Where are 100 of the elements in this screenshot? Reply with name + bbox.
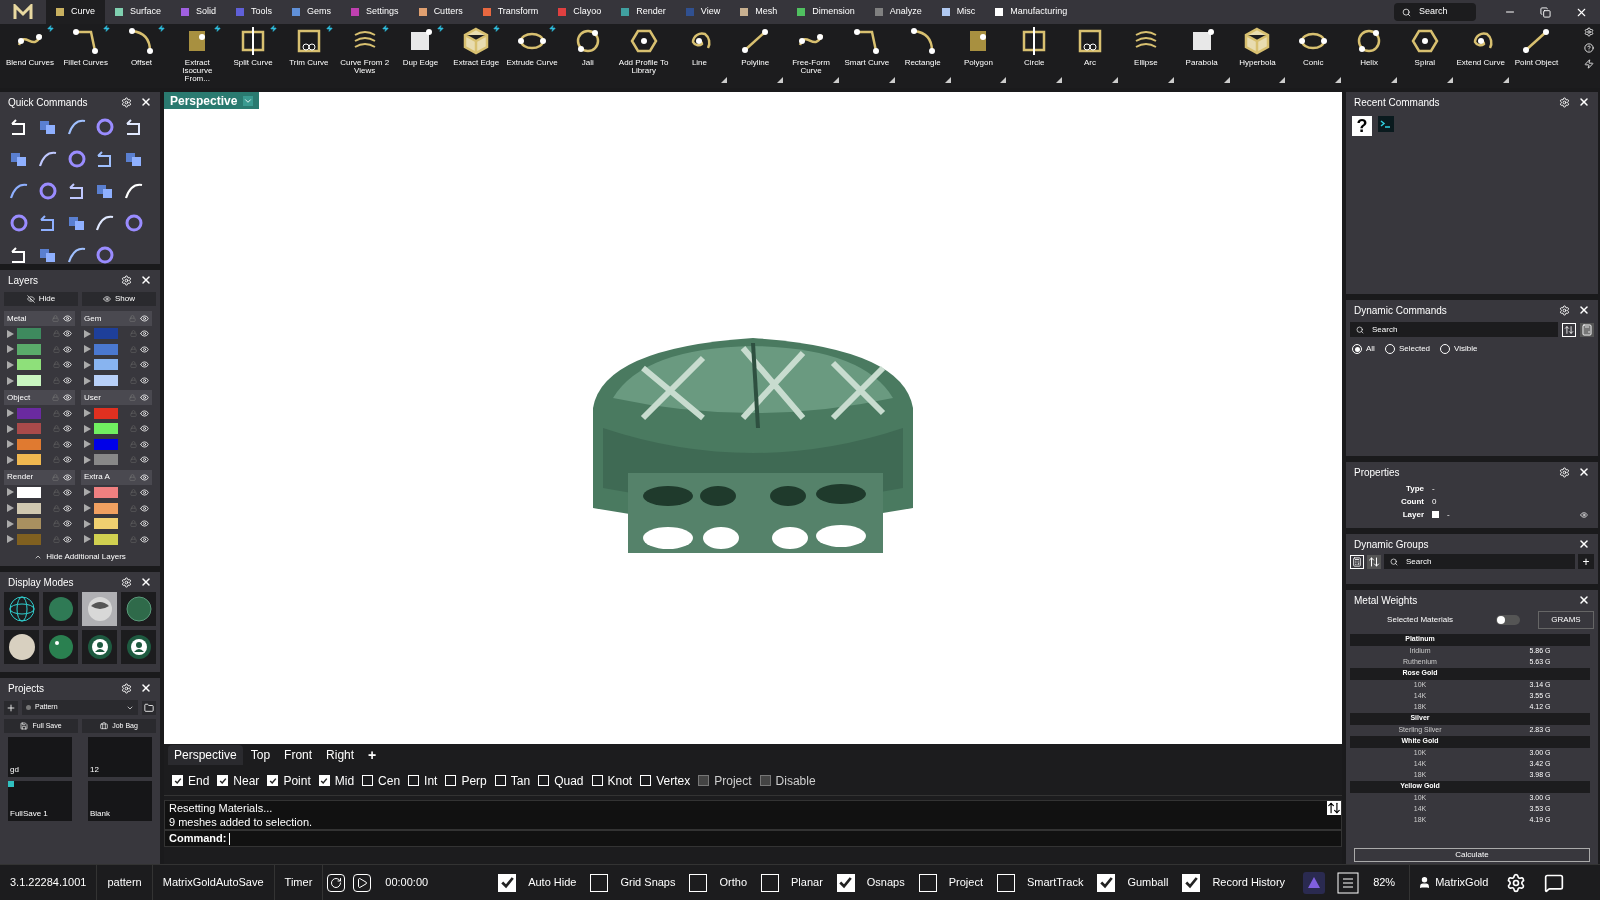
menu-tab[interactable]: View <box>675 0 731 24</box>
toggle-label: Gumball <box>1127 875 1169 891</box>
property-value: - <box>1432 482 1436 495</box>
snap-label: Point <box>283 772 311 790</box>
menu-tab[interactable]: Analyze <box>864 0 932 24</box>
layer-group-name: Object <box>7 391 32 404</box>
toolbar-button[interactable]: Spiral <box>1396 25 1453 87</box>
menu-tab[interactable]: Surface <box>105 0 172 24</box>
toolbar-button[interactable]: Line <box>671 25 728 87</box>
toolbar-button[interactable]: Extrude Curve <box>504 25 560 87</box>
hide-additional-layers-button[interactable]: Hide Additional Layers <box>0 548 160 566</box>
project-thumbnail[interactable]: gd <box>8 737 72 777</box>
snap-label: Perp <box>461 772 487 790</box>
toolbar-button[interactable]: Offset <box>113 25 170 87</box>
toolbar-button[interactable]: Trim Curve <box>281 25 337 87</box>
toolbar-button[interactable]: Add Profile To Library <box>615 25 672 87</box>
viewport-tab[interactable]: Perspective <box>168 745 243 765</box>
toggle-label: Project <box>948 875 983 891</box>
toolbar-button[interactable]: Polygon <box>950 25 1007 87</box>
snap-label: Near <box>233 772 260 790</box>
search-field[interactable]: Search <box>1384 554 1575 569</box>
toolbar-button[interactable]: Polyline <box>727 25 784 87</box>
toggle-label: SmartTrack <box>1026 875 1084 891</box>
toolbar-button[interactable]: Dup Edge <box>392 25 449 87</box>
show-button[interactable]: Show <box>82 292 156 306</box>
snap-label: Knot <box>607 772 633 790</box>
menu-tab[interactable]: Gems <box>282 0 342 24</box>
toolbar-button[interactable]: Helix <box>1341 25 1397 87</box>
user-account[interactable]: MatrixGold <box>1409 864 1497 900</box>
toolbar-button[interactable]: Extract Edge <box>448 25 505 87</box>
project-thumbnail[interactable]: Blank <box>88 781 152 821</box>
project-thumbnail[interactable]: 12 <box>88 737 152 777</box>
search-field[interactable]: Search <box>1394 3 1476 21</box>
viewport[interactable]: Perspective <box>164 92 1342 744</box>
toggle-label: Grid Snaps <box>620 875 676 891</box>
menu-tab[interactable]: Manufacturing <box>985 0 1078 24</box>
viewport-tab[interactable]: Front <box>278 745 319 765</box>
toolbar-button[interactable]: Conic <box>1285 25 1342 87</box>
status-text: Timer <box>274 864 324 900</box>
toolbar-button[interactable]: Free-Form Curve <box>783 25 839 87</box>
menu-tab[interactable]: Solid <box>171 0 227 24</box>
add-view-button[interactable]: + <box>362 744 383 766</box>
add-group-button[interactable]: + <box>1578 554 1594 569</box>
menu-tab[interactable]: Tools <box>226 0 283 24</box>
menu-tab[interactable]: Misc <box>931 0 986 24</box>
toolbar-button[interactable]: Smart Curve <box>838 25 895 87</box>
viewport-tab[interactable]: Top <box>244 745 277 765</box>
zoom-level: 82% <box>1372 875 1397 891</box>
panel-title: Display Modes <box>8 575 75 590</box>
hide-button[interactable]: Hide <box>4 292 78 306</box>
toolbar-button[interactable]: Rectangle <box>894 25 951 87</box>
panel-title: Metal Weights <box>1354 593 1419 608</box>
filter-radio[interactable]: Selected <box>1384 343 1431 355</box>
filter-radio[interactable]: All <box>1352 343 1375 355</box>
menu-tab[interactable]: Curve <box>46 0 105 24</box>
viewport-tab[interactable]: Right <box>320 745 361 765</box>
snap-label: Disable <box>775 772 816 790</box>
viewport-title-tab[interactable]: Perspective <box>164 92 260 109</box>
property-value: 0 <box>1432 495 1438 508</box>
toolbar-button[interactable]: Circle <box>1006 25 1063 87</box>
project-thumbnail[interactable]: FullSave 1 <box>8 781 72 821</box>
toolbar-button[interactable]: Curve From 2 Views <box>336 25 393 87</box>
menu-tab[interactable]: Transform <box>472 0 549 24</box>
grams-button[interactable]: GRAMS <box>1538 611 1594 629</box>
toolbar-button[interactable]: Jali <box>559 25 616 87</box>
menu-tab[interactable]: Mesh <box>730 0 788 24</box>
panel-title: Projects <box>8 681 46 696</box>
toolbar-button[interactable]: Point Object <box>1508 25 1565 87</box>
snap-label: Vertex <box>656 772 691 790</box>
toggle-label: Ortho <box>719 875 747 891</box>
toolbar-button[interactable]: Ellipse <box>1117 25 1174 87</box>
command-log-line: Resetting Materials... <box>169 801 274 815</box>
timer-value: 00:00:00 <box>384 875 430 891</box>
property-label: Type <box>1404 482 1424 495</box>
snap-label: Cen <box>378 772 401 790</box>
layer-group-name: Gem <box>84 312 103 325</box>
toolbar-button[interactable]: Parabola <box>1173 25 1230 87</box>
toolbar-button[interactable]: Fillet Curves <box>57 25 114 87</box>
toolbar-button[interactable]: Arc <box>1062 25 1118 87</box>
snap-label: Int <box>424 772 438 790</box>
toggle-label: Record History <box>1212 875 1286 891</box>
toolbar-button[interactable]: Blend Curves <box>2 25 58 87</box>
search-field[interactable]: Search <box>1350 322 1558 337</box>
property-label: Layer <box>1401 508 1424 521</box>
menu-tab[interactable]: Render <box>611 0 676 24</box>
toolbar-button[interactable]: Split Curve <box>225 25 281 87</box>
menu-tab[interactable]: Dimension <box>787 0 865 24</box>
toolbar-button[interactable]: Extract Isocurve From... <box>169 25 226 87</box>
menu-tab[interactable]: Clayoo <box>548 0 612 24</box>
toolbar-button[interactable]: Hyperbola <box>1229 25 1286 87</box>
toolbar-button[interactable]: Extend Curve <box>1452 25 1509 87</box>
panel-title: Layers <box>8 273 39 288</box>
filter-radio[interactable]: Visible <box>1440 343 1478 355</box>
status-text: pattern <box>97 864 153 900</box>
calculate-button[interactable]: Calculate <box>1354 848 1590 862</box>
menu-tab[interactable]: Cutters <box>408 0 473 24</box>
command-field[interactable]: Command: <box>164 830 1342 847</box>
help-command-button[interactable]: ? <box>1352 116 1372 136</box>
toggle-label: Osnaps <box>866 875 905 891</box>
menu-tab[interactable]: Settings <box>341 0 409 24</box>
